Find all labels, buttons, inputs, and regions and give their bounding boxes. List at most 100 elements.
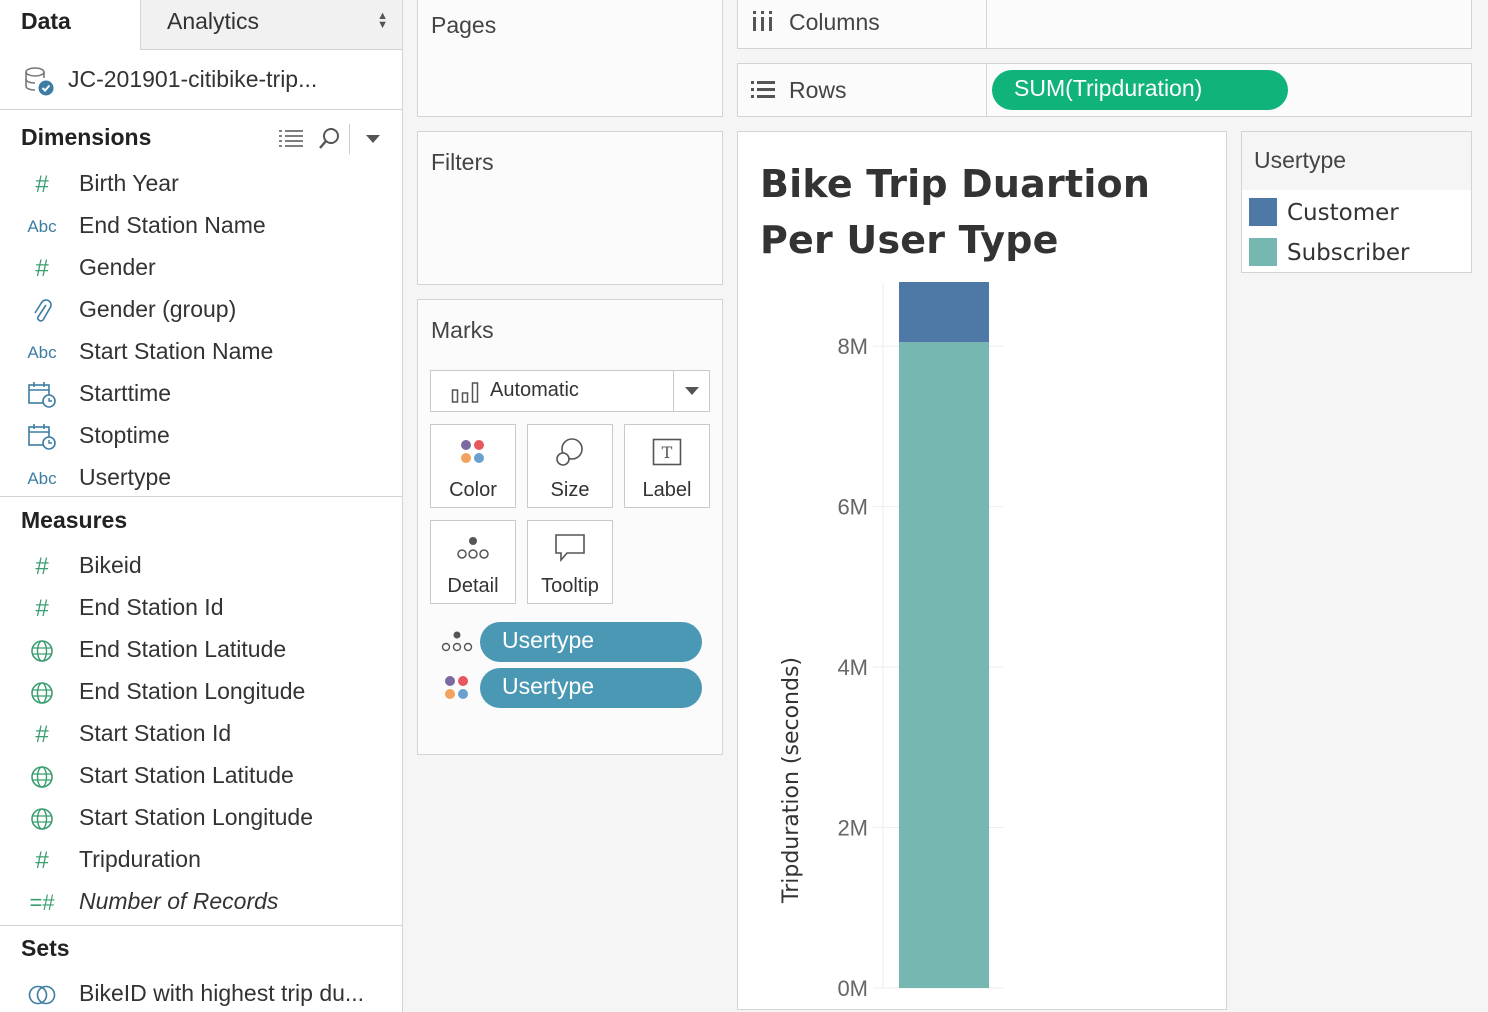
filters-card[interactable]: Filters — [417, 131, 723, 285]
field-label: End Station Latitude — [79, 636, 287, 662]
y-tick-label: 8M — [837, 334, 868, 359]
number-field-icon: # — [35, 171, 49, 198]
measure-field-start-station-longitude[interactable]: Start Station Longitude — [0, 799, 402, 841]
bar-segment-subscriber — [899, 342, 989, 988]
columns-icon — [753, 11, 772, 31]
string-field-icon: Abc — [27, 469, 57, 488]
dimension-field-gender[interactable]: # Gender — [0, 249, 402, 291]
section-divider — [0, 496, 402, 497]
field-label: End Station Longitude — [79, 678, 306, 704]
field-label: Birth Year — [79, 170, 179, 196]
calendar-clock-icon — [24, 379, 60, 411]
tooltip-icon — [528, 531, 612, 565]
field-label: Tripduration — [79, 846, 201, 872]
dimension-field-usertype[interactable]: Abc Usertype — [0, 459, 402, 501]
detail-encoding-icon — [441, 631, 473, 652]
dimensions-toolbar — [278, 124, 388, 154]
size-icon — [528, 435, 612, 469]
y-tick-label: 0M — [837, 976, 868, 1001]
label-glyph: T — [662, 443, 673, 462]
tooltip-button-label: Tooltip — [541, 575, 599, 597]
usertype-color-pill[interactable]: Usertype — [480, 668, 702, 708]
marks-card-title: Marks — [431, 317, 494, 343]
measure-field-start-station-latitude[interactable]: Start Station Latitude — [0, 757, 402, 799]
usertype-legend[interactable]: Usertype Customer Subscriber — [1241, 131, 1472, 273]
field-label: End Station Id — [79, 594, 224, 620]
tab-data[interactable]: Data — [0, 0, 140, 50]
set-field-bikeid-highest[interactable]: BikeID with highest trip du... — [0, 975, 402, 1012]
color-button-label: Color — [449, 479, 497, 501]
text-label-icon: T — [625, 435, 709, 469]
sort-arrows-icon: ▲ ▼ — [377, 10, 388, 31]
sum-tripduration-pill[interactable]: SUM(Tripduration) — [992, 70, 1288, 110]
legend-label-customer: Customer — [1287, 200, 1399, 226]
bar-chart-icon — [451, 382, 479, 403]
measure-field-end-station-id[interactable]: # End Station Id — [0, 589, 402, 631]
measure-field-number-of-records[interactable]: =# Number of Records — [0, 883, 402, 925]
mark-type-dropdown-toggle[interactable] — [673, 371, 709, 411]
usertype-detail-pill[interactable]: Usertype — [480, 622, 702, 662]
data-pane: Data Analytics ▲ ▼ JC-201901-citibike-tri… — [0, 0, 403, 1012]
y-tick-label: 6M — [837, 495, 868, 520]
size-button-label: Size — [550, 479, 590, 501]
field-label: BikeID with highest trip du... — [79, 980, 365, 1006]
bar-segment-customer — [899, 282, 989, 343]
dimensions-header: Dimensions — [21, 124, 152, 150]
chevron-down-icon[interactable] — [364, 133, 382, 145]
detail-button[interactable]: Detail — [430, 520, 516, 604]
measure-field-tripduration[interactable]: # Tripduration — [0, 841, 402, 883]
dimension-field-gender-group[interactable]: Gender (group) — [0, 291, 402, 333]
legend-swatch-subscriber — [1249, 238, 1277, 266]
dimension-field-start-station-name[interactable]: Abc Start Station Name — [0, 333, 402, 375]
columns-shelf-label-area: Columns — [738, 0, 987, 48]
color-button[interactable]: Color — [430, 424, 516, 508]
measure-field-start-station-id[interactable]: # Start Station Id — [0, 715, 402, 757]
sets-header: Sets — [21, 935, 70, 961]
field-label: Bikeid — [79, 552, 142, 578]
search-icon[interactable] — [318, 127, 340, 151]
rows-icon — [751, 81, 775, 98]
columns-shelf[interactable]: Columns — [737, 0, 1472, 49]
measure-field-bikeid[interactable]: # Bikeid — [0, 547, 402, 589]
filters-card-title: Filters — [431, 149, 494, 175]
tooltip-button[interactable]: Tooltip — [527, 520, 613, 604]
number-field-icon: # — [35, 595, 49, 622]
globe-icon — [24, 677, 60, 709]
legend-title: Usertype — [1242, 132, 1471, 190]
set-icon — [24, 979, 60, 1011]
number-field-icon: # — [35, 847, 49, 874]
y-tick-label: 2M — [837, 816, 868, 841]
tab-analytics-label: Analytics — [167, 8, 260, 34]
mark-type-label: Automatic — [490, 379, 579, 401]
chevron-down-icon — [685, 387, 699, 395]
dimension-field-stoptime[interactable]: Stoptime — [0, 417, 402, 459]
field-label: Usertype — [79, 464, 172, 490]
tab-analytics[interactable]: Analytics ▲ ▼ — [140, 0, 402, 50]
globe-icon — [24, 635, 60, 667]
size-button[interactable]: Size — [527, 424, 613, 508]
pages-card[interactable]: Pages — [417, 0, 723, 117]
dimension-field-starttime[interactable]: Starttime — [0, 375, 402, 417]
label-button[interactable]: T Label — [624, 424, 710, 508]
color-icon — [431, 435, 515, 469]
field-label: Start Station Latitude — [79, 762, 294, 788]
mark-type-dropdown[interactable]: Automatic — [430, 370, 710, 412]
toolbar-divider — [349, 124, 350, 154]
dimension-field-birth-year[interactable]: # Birth Year — [0, 165, 402, 207]
string-field-icon: Abc — [27, 343, 57, 362]
datasource-row[interactable]: JC-201901-citibike-trip... — [0, 50, 402, 110]
measure-field-end-station-longitude[interactable]: End Station Longitude — [0, 673, 402, 715]
dimension-field-end-station-name[interactable]: Abc End Station Name — [0, 207, 402, 249]
pages-card-title: Pages — [431, 12, 497, 38]
legend-label-subscriber: Subscriber — [1287, 240, 1410, 266]
measure-field-end-station-latitude[interactable]: End Station Latitude — [0, 631, 402, 673]
field-label: Start Station Longitude — [79, 804, 313, 830]
field-label: Starttime — [79, 380, 172, 406]
number-field-icon: # — [35, 553, 49, 580]
chart-view: 0M 2M 4M 6M 8M Tripduration (seconds) Bike Tr… — [737, 131, 1227, 1010]
calendar-clock-icon — [24, 421, 60, 453]
section-divider — [0, 925, 402, 926]
pane-tabs: Data Analytics ▲ ▼ — [0, 0, 402, 50]
list-view-icon[interactable] — [278, 128, 304, 150]
color-encoding-icon — [445, 676, 468, 699]
